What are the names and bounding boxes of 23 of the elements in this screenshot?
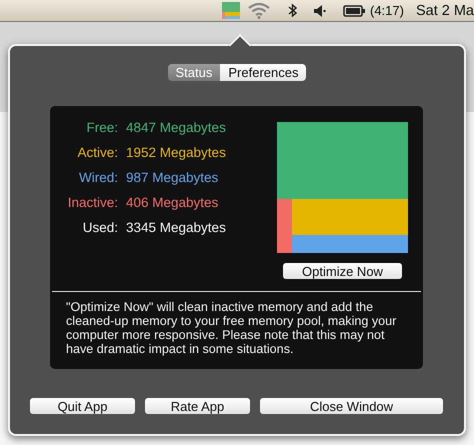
close-window-button[interactable]: Close Window	[260, 398, 443, 414]
quit-app-button[interactable]: Quit App	[30, 398, 135, 414]
rate-app-button[interactable]: Rate App	[145, 398, 250, 414]
stat-value: 987 Megabytes	[126, 170, 218, 185]
stat-label: Wired:	[78, 170, 118, 185]
optimize-now-button[interactable]: Optimize Now	[283, 263, 402, 279]
description-text: "Optimize Now" will clean inactive memory and add the cleaned-up memory to your free memory pool, making your computer more responsive. Please note that this may not have dramatic impact in some situations.	[66, 300, 398, 356]
menu-clock[interactable]: Sat 2 Ma	[416, 2, 474, 18]
stat-value: 3345 Megabytes	[126, 220, 226, 235]
battery-icon[interactable]	[343, 4, 366, 16]
speaker-icon[interactable]	[314, 4, 326, 16]
stat-label: Free:	[85, 120, 118, 135]
stat-label: Used:	[82, 220, 118, 235]
battery-time: (4:17)	[370, 3, 404, 18]
bluetooth-icon[interactable]	[288, 3, 297, 18]
stat-value: 1952 Megabytes	[126, 145, 226, 160]
stat-label: Inactive:	[66, 195, 118, 210]
segment-tab[interactable]: Status	[168, 64, 220, 81]
wifi-icon[interactable]	[248, 2, 270, 18]
stat-value: 406 Megabytes	[126, 195, 218, 210]
stat-label: Active:	[76, 145, 118, 160]
stat-value: 4847 Megabytes	[126, 120, 226, 135]
segment-tab[interactable]: Preferences	[220, 64, 306, 81]
